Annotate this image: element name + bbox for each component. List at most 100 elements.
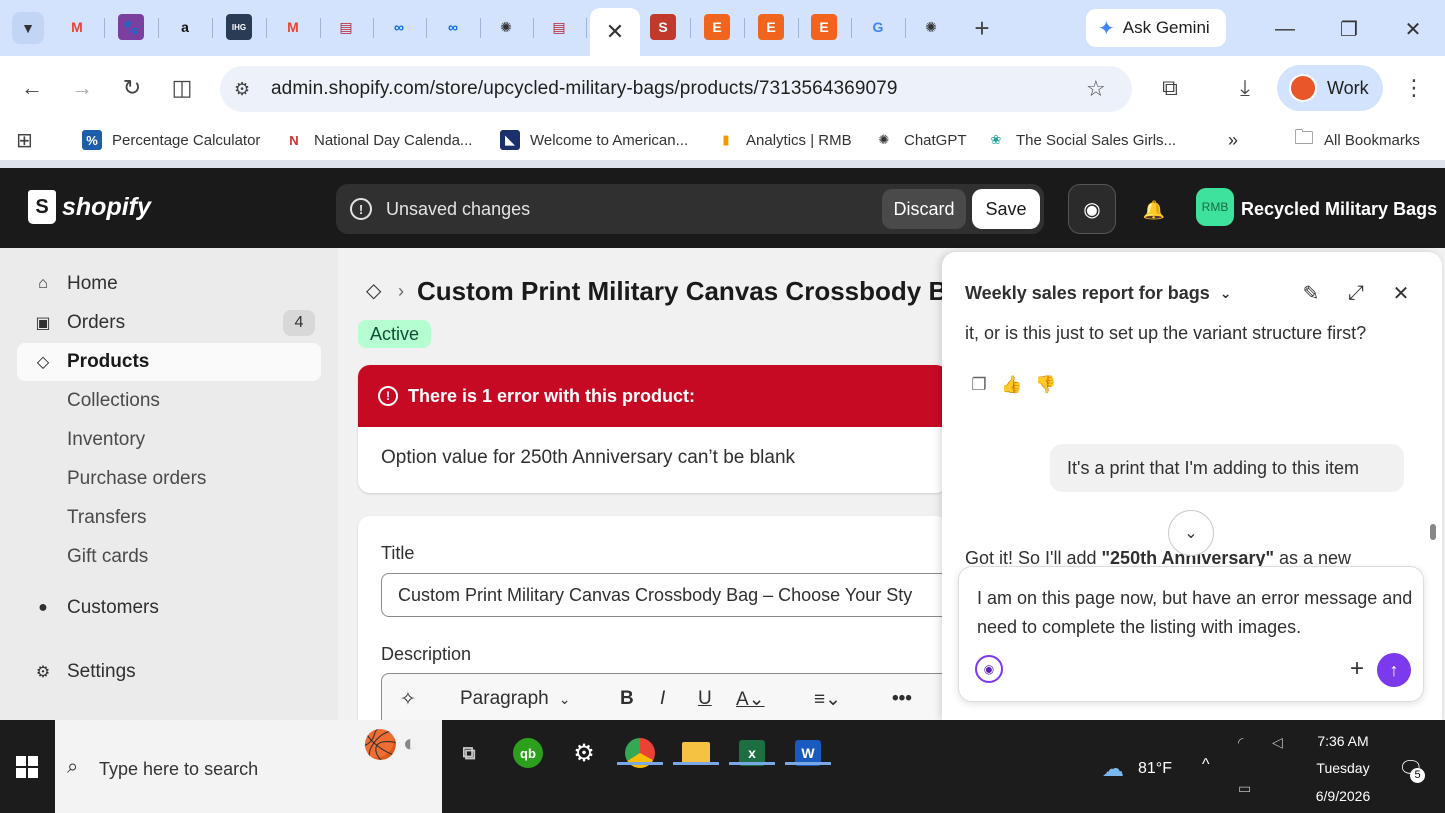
close-window-button[interactable]: ✕ [1398, 14, 1428, 44]
send-button[interactable]: ↑ [1377, 653, 1411, 687]
tab-11[interactable]: S [650, 14, 676, 40]
downloads-button[interactable]: ⤓ [1229, 72, 1261, 104]
tab-1[interactable]: 🐾 [118, 14, 144, 40]
sidebar-item-gift-cards[interactable]: Gift cards [17, 538, 321, 576]
sidebar-item-transfers[interactable]: Transfers [17, 499, 321, 537]
extensions-button[interactable]: ⧉ [1154, 72, 1186, 104]
word-icon[interactable]: W [785, 730, 831, 776]
shopify-logo[interactable]: S shopify [28, 190, 151, 224]
tab-7[interactable]: ∞ [440, 14, 466, 40]
tab-12[interactable]: E [704, 14, 730, 40]
excel-icon[interactable]: x [729, 730, 775, 776]
tab-0[interactable]: M [64, 14, 90, 40]
weather-cloud-icon[interactable]: ☁ [1102, 756, 1124, 782]
sidebar-item-orders[interactable]: ▣ Orders 4 [17, 304, 321, 342]
star-icon[interactable]: ☆ [1086, 76, 1106, 102]
error-message[interactable]: Option value for 250th Anniversary can’t… [358, 427, 948, 469]
scroll-to-bottom-button[interactable]: ⌄ [1168, 510, 1214, 556]
bookmark-item[interactable]: N National Day Calenda... [284, 128, 472, 152]
tab-5[interactable]: ▤ [333, 14, 359, 40]
bookmark-item[interactable]: ✺ ChatGPT [874, 128, 967, 152]
new-tab-button[interactable]: + [968, 13, 996, 43]
sidekick-button[interactable]: ◉ [1068, 184, 1116, 234]
ask-gemini-button[interactable]: ✦ Ask Gemini [1086, 9, 1226, 47]
restore-button[interactable]: ❐ [1334, 14, 1364, 44]
align-icon[interactable]: ≡⌄ [814, 688, 841, 711]
apps-button[interactable]: ⊞ [16, 128, 33, 152]
message-composer[interactable]: I am on this page now, but have an error… [958, 566, 1424, 702]
attach-plus-icon[interactable]: + [1343, 655, 1371, 683]
browser-menu-button[interactable]: ⋮ [1398, 72, 1430, 104]
new-chat-icon[interactable]: ✎ [1298, 280, 1324, 306]
forward-button[interactable]: → [66, 72, 98, 104]
tab-14[interactable]: E [811, 14, 837, 40]
bookmark-item[interactable]: ▮ Analytics | RMB [716, 128, 851, 152]
underline-icon[interactable]: U [698, 688, 712, 710]
tab-9[interactable]: ▤ [546, 14, 572, 40]
bold-icon[interactable]: B [620, 688, 634, 710]
back-button[interactable]: ← [16, 72, 48, 104]
more-bookmarks-button[interactable]: » [1228, 128, 1238, 152]
profile-button[interactable]: Work [1277, 65, 1383, 111]
reload-button[interactable]: ↻ [116, 72, 148, 104]
text-color-icon[interactable]: A⌄ [736, 688, 765, 711]
expand-icon[interactable]: ⤢ [1343, 280, 1369, 306]
products-breadcrumb-tag-icon[interactable]: ◇ [366, 278, 381, 303]
sidebar-item-settings[interactable]: ⚙ Settings [17, 653, 321, 691]
discard-button[interactable]: Discard [882, 189, 966, 229]
sidebar-item-home[interactable]: ⌂ Home [17, 265, 321, 303]
conversation-title-dropdown[interactable]: Weekly sales report for bags ⌄ [965, 283, 1232, 304]
panel-scrollbar[interactable] [1430, 524, 1436, 540]
site-settings-icon[interactable]: ⚙ [234, 79, 250, 100]
taskbar-search-box[interactable]: ⌕ Type here to search 🏀 ◐ [55, 720, 442, 813]
address-bar[interactable]: ⚙ admin.shopify.com/store/upcycled-milit… [220, 66, 1132, 112]
more-horizontal-icon[interactable]: ••• [892, 688, 912, 710]
sidebar-item-collections[interactable]: Collections [17, 382, 321, 420]
tab-active[interactable]: ✕ [590, 8, 640, 56]
bookmark-item[interactable]: ◣ Welcome to American... [500, 128, 688, 152]
minimize-button[interactable]: — [1270, 14, 1300, 44]
split-view-button[interactable]: ◫ [166, 72, 198, 104]
weather-temp[interactable]: 81°F [1138, 760, 1172, 778]
sidebar-item-inventory[interactable]: Inventory [17, 421, 321, 459]
thumbs-up-icon[interactable]: 👍 [1001, 374, 1023, 396]
tab-15[interactable]: G [865, 14, 891, 40]
windows-start-icon[interactable] [16, 756, 38, 778]
ai-sparkle-icon[interactable]: ✧ [400, 688, 416, 711]
chrome-icon[interactable] [617, 730, 663, 776]
settings-gear-icon[interactable]: ⚙ [561, 730, 607, 776]
tab-13[interactable]: E [758, 14, 784, 40]
quickbooks-icon[interactable]: qb [505, 730, 551, 776]
tab-16[interactable]: ✺ [918, 14, 944, 40]
file-explorer-icon[interactable] [673, 730, 719, 776]
wifi-icon[interactable]: ◜ [1238, 734, 1243, 751]
save-button[interactable]: Save [972, 189, 1040, 229]
thumbs-down-icon[interactable]: 👎 [1035, 374, 1057, 396]
volume-icon[interactable]: ◁ [1272, 734, 1283, 751]
message-input[interactable]: I am on this page now, but have an error… [977, 584, 1417, 642]
tab-3[interactable]: IHG [226, 14, 252, 40]
all-bookmarks-button[interactable]: 🗀 All Bookmarks [1294, 127, 1420, 152]
chevron-up-icon[interactable]: ^ [1202, 756, 1210, 774]
url-text[interactable]: admin.shopify.com/store/upcycled-militar… [271, 78, 898, 100]
sidebar-item-purchase-orders[interactable]: Purchase orders [17, 460, 321, 498]
tab-2[interactable]: a [172, 14, 198, 40]
close-icon[interactable]: ✕ [1388, 280, 1414, 306]
bookmark-item[interactable]: ❀ The Social Sales Girls... [986, 128, 1177, 152]
notifications-button[interactable]: 🔔 [1140, 196, 1168, 224]
bookmark-item[interactable]: % Percentage Calculator [82, 128, 260, 152]
task-view-icon[interactable]: ⧉ [446, 730, 492, 776]
tab-4[interactable]: M [280, 14, 306, 40]
battery-icon[interactable]: ▭ [1238, 780, 1251, 797]
tab-6[interactable]: ∞ [386, 14, 412, 40]
paragraph-dropdown[interactable]: Paragraph ⌄ [460, 688, 570, 710]
sidebar-item-customers[interactable]: ● Customers [17, 589, 321, 627]
italic-icon[interactable]: I [660, 688, 665, 710]
tab-search-button[interactable]: ▼ [12, 12, 44, 44]
copy-icon[interactable]: ❐ [968, 374, 990, 396]
sidebar-item-products[interactable]: ◇ Products [17, 343, 321, 381]
tab-8[interactable]: ✺ [493, 14, 519, 40]
store-avatar[interactable]: RMB [1196, 188, 1234, 226]
close-icon[interactable]: ✕ [606, 19, 624, 45]
title-input[interactable]: Custom Print Military Canvas Crossbody B… [381, 573, 961, 617]
